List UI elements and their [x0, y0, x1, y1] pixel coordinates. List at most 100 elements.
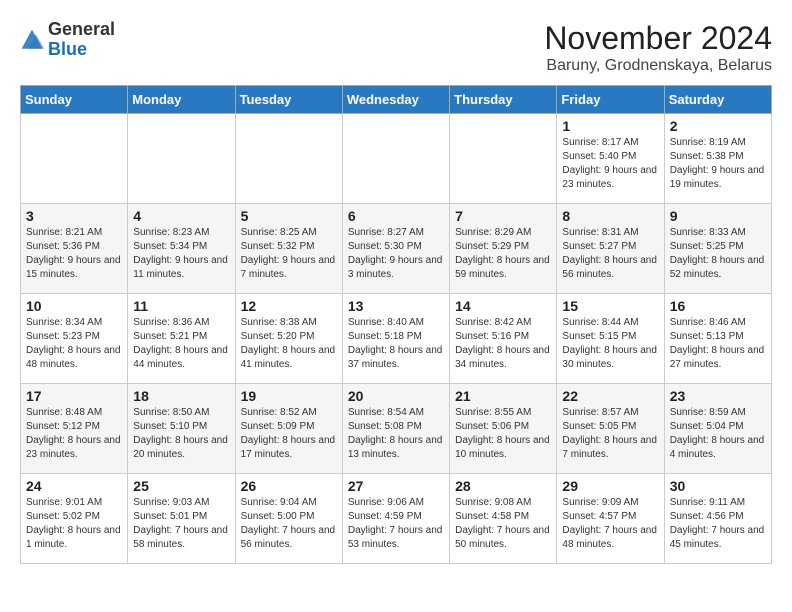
- day-number: 10: [26, 298, 122, 314]
- calendar-cell: 27 Sunrise: 9:06 AM Sunset: 4:59 PM Dayli…: [342, 474, 449, 564]
- day-info: Sunrise: 9:03 AM Sunset: 5:01 PM Dayligh…: [133, 496, 229, 552]
- day-info: Sunrise: 9:11 AM Sunset: 4:56 PM Dayligh…: [670, 496, 766, 552]
- day-info: Sunrise: 8:59 AM Sunset: 5:04 PM Dayligh…: [670, 406, 766, 462]
- day-info: Sunrise: 8:57 AM Sunset: 5:05 PM Dayligh…: [562, 406, 658, 462]
- day-info: Sunrise: 8:21 AM Sunset: 5:36 PM Dayligh…: [26, 226, 122, 282]
- day-number: 29: [562, 478, 658, 494]
- calendar-cell: 12 Sunrise: 8:38 AM Sunset: 5:20 PM Dayli…: [235, 294, 342, 384]
- day-info: Sunrise: 8:46 AM Sunset: 5:13 PM Dayligh…: [670, 316, 766, 372]
- logo-text: General Blue: [48, 20, 115, 60]
- day-number: 17: [26, 388, 122, 404]
- day-number: 18: [133, 388, 229, 404]
- day-info: Sunrise: 9:09 AM Sunset: 4:57 PM Dayligh…: [562, 496, 658, 552]
- logo-icon: [20, 28, 44, 52]
- calendar-cell: 4Sunrise: 8:23 AM Sunset: 5:34 PM Daylig…: [128, 204, 235, 294]
- calendar-week-row: 3 Sunrise: 8:21 AM Sunset: 5:36 PM Daylig…: [21, 204, 772, 294]
- calendar-cell: [342, 114, 449, 204]
- calendar-cell: 2Sunrise: 8:19 AM Sunset: 5:38 PM Daylig…: [664, 114, 771, 204]
- day-number: 11: [133, 298, 229, 314]
- day-number: 5: [241, 208, 337, 224]
- calendar-cell: [21, 114, 128, 204]
- calendar-cell: 15 Sunrise: 8:44 AM Sunset: 5:15 PM Dayli…: [557, 294, 664, 384]
- calendar-cell: [450, 114, 557, 204]
- day-info: Sunrise: 9:01 AM Sunset: 5:02 PM Dayligh…: [26, 496, 122, 552]
- day-info: Sunrise: 8:40 AM Sunset: 5:18 PM Dayligh…: [348, 316, 444, 372]
- calendar-cell: 18 Sunrise: 8:50 AM Sunset: 5:10 PM Dayli…: [128, 384, 235, 474]
- calendar-cell: 29 Sunrise: 9:09 AM Sunset: 4:57 PM Dayli…: [557, 474, 664, 564]
- day-info: Sunrise: 8:50 AM Sunset: 5:10 PM Dayligh…: [133, 406, 229, 462]
- day-number: 26: [241, 478, 337, 494]
- calendar-cell: 23 Sunrise: 8:59 AM Sunset: 5:04 PM Dayli…: [664, 384, 771, 474]
- day-number: 30: [670, 478, 766, 494]
- day-number: 24: [26, 478, 122, 494]
- calendar-cell: 7 Sunrise: 8:29 AM Sunset: 5:29 PM Daylig…: [450, 204, 557, 294]
- calendar-cell: 13 Sunrise: 8:40 AM Sunset: 5:18 PM Dayli…: [342, 294, 449, 384]
- day-number: 7: [455, 208, 551, 224]
- day-info: Sunrise: 9:08 AM Sunset: 4:58 PM Dayligh…: [455, 496, 551, 552]
- calendar-cell: 20 Sunrise: 8:54 AM Sunset: 5:08 PM Dayli…: [342, 384, 449, 474]
- calendar-cell: [235, 114, 342, 204]
- calendar-cell: [128, 114, 235, 204]
- calendar-day-header: Friday: [557, 86, 664, 114]
- calendar-week-row: 10 Sunrise: 8:34 AM Sunset: 5:23 PM Dayli…: [21, 294, 772, 384]
- day-number: 21: [455, 388, 551, 404]
- day-info: Sunrise: 8:38 AM Sunset: 5:20 PM Dayligh…: [241, 316, 337, 372]
- day-info: Sunrise: 9:04 AM Sunset: 5:00 PM Dayligh…: [241, 496, 337, 552]
- calendar-title: November 2024: [544, 20, 772, 57]
- calendar-cell: 17 Sunrise: 8:48 AM Sunset: 5:12 PM Dayli…: [21, 384, 128, 474]
- calendar-cell: 22Sunrise: 8:57 AM Sunset: 5:05 PM Dayli…: [557, 384, 664, 474]
- day-number: 23: [670, 388, 766, 404]
- page-header: General Blue November 2024 Baruny, Grodn…: [20, 20, 772, 75]
- day-info: Sunrise: 8:55 AM Sunset: 5:06 PM Dayligh…: [455, 406, 551, 462]
- day-number: 15: [562, 298, 658, 314]
- calendar-body: 1Sunrise: 8:17 AM Sunset: 5:40 PM Daylig…: [21, 114, 772, 564]
- day-number: 13: [348, 298, 444, 314]
- day-info: Sunrise: 9:06 AM Sunset: 4:59 PM Dayligh…: [348, 496, 444, 552]
- calendar-day-header: Sunday: [21, 86, 128, 114]
- calendar-week-row: 24 Sunrise: 9:01 AM Sunset: 5:02 PM Dayli…: [21, 474, 772, 564]
- day-number: 8: [562, 208, 658, 224]
- title-area: November 2024 Baruny, Grodnenskaya, Bela…: [544, 20, 772, 75]
- calendar-cell: 19 Sunrise: 8:52 AM Sunset: 5:09 PM Dayli…: [235, 384, 342, 474]
- calendar-subtitle: Baruny, Grodnenskaya, Belarus: [544, 57, 772, 75]
- day-info: Sunrise: 8:42 AM Sunset: 5:16 PM Dayligh…: [455, 316, 551, 372]
- calendar-day-header: Saturday: [664, 86, 771, 114]
- calendar-cell: 30 Sunrise: 9:11 AM Sunset: 4:56 PM Dayli…: [664, 474, 771, 564]
- day-number: 19: [241, 388, 337, 404]
- calendar-cell: 24 Sunrise: 9:01 AM Sunset: 5:02 PM Dayli…: [21, 474, 128, 564]
- day-info: Sunrise: 8:29 AM Sunset: 5:29 PM Dayligh…: [455, 226, 551, 282]
- day-info: Sunrise: 8:36 AM Sunset: 5:21 PM Dayligh…: [133, 316, 229, 372]
- day-number: 12: [241, 298, 337, 314]
- calendar-week-row: 1Sunrise: 8:17 AM Sunset: 5:40 PM Daylig…: [21, 114, 772, 204]
- calendar-cell: 25 Sunrise: 9:03 AM Sunset: 5:01 PM Dayli…: [128, 474, 235, 564]
- day-number: 1: [562, 118, 658, 134]
- day-info: Sunrise: 8:52 AM Sunset: 5:09 PM Dayligh…: [241, 406, 337, 462]
- calendar-header-row: SundayMondayTuesdayWednesdayThursdayFrid…: [21, 86, 772, 114]
- day-info: Sunrise: 8:34 AM Sunset: 5:23 PM Dayligh…: [26, 316, 122, 372]
- day-info: Sunrise: 8:25 AM Sunset: 5:32 PM Dayligh…: [241, 226, 337, 282]
- calendar-cell: 26 Sunrise: 9:04 AM Sunset: 5:00 PM Dayli…: [235, 474, 342, 564]
- day-info: Sunrise: 8:44 AM Sunset: 5:15 PM Dayligh…: [562, 316, 658, 372]
- calendar-cell: 8 Sunrise: 8:31 AM Sunset: 5:27 PM Daylig…: [557, 204, 664, 294]
- calendar-cell: 3 Sunrise: 8:21 AM Sunset: 5:36 PM Daylig…: [21, 204, 128, 294]
- calendar-cell: 21 Sunrise: 8:55 AM Sunset: 5:06 PM Dayli…: [450, 384, 557, 474]
- logo-blue: Blue: [48, 39, 87, 59]
- calendar-day-header: Wednesday: [342, 86, 449, 114]
- day-info: Sunrise: 8:31 AM Sunset: 5:27 PM Dayligh…: [562, 226, 658, 282]
- calendar-week-row: 17 Sunrise: 8:48 AM Sunset: 5:12 PM Dayli…: [21, 384, 772, 474]
- day-number: 28: [455, 478, 551, 494]
- calendar-cell: 28 Sunrise: 9:08 AM Sunset: 4:58 PM Dayli…: [450, 474, 557, 564]
- calendar-cell: 6Sunrise: 8:27 AM Sunset: 5:30 PM Daylig…: [342, 204, 449, 294]
- day-number: 2: [670, 118, 766, 134]
- day-number: 25: [133, 478, 229, 494]
- day-number: 3: [26, 208, 122, 224]
- day-number: 27: [348, 478, 444, 494]
- calendar-cell: 9Sunrise: 8:33 AM Sunset: 5:25 PM Daylig…: [664, 204, 771, 294]
- day-number: 6: [348, 208, 444, 224]
- day-info: Sunrise: 8:48 AM Sunset: 5:12 PM Dayligh…: [26, 406, 122, 462]
- day-number: 20: [348, 388, 444, 404]
- day-info: Sunrise: 8:54 AM Sunset: 5:08 PM Dayligh…: [348, 406, 444, 462]
- logo-general: General: [48, 19, 115, 39]
- calendar-cell: 5 Sunrise: 8:25 AM Sunset: 5:32 PM Daylig…: [235, 204, 342, 294]
- calendar-cell: 14Sunrise: 8:42 AM Sunset: 5:16 PM Dayli…: [450, 294, 557, 384]
